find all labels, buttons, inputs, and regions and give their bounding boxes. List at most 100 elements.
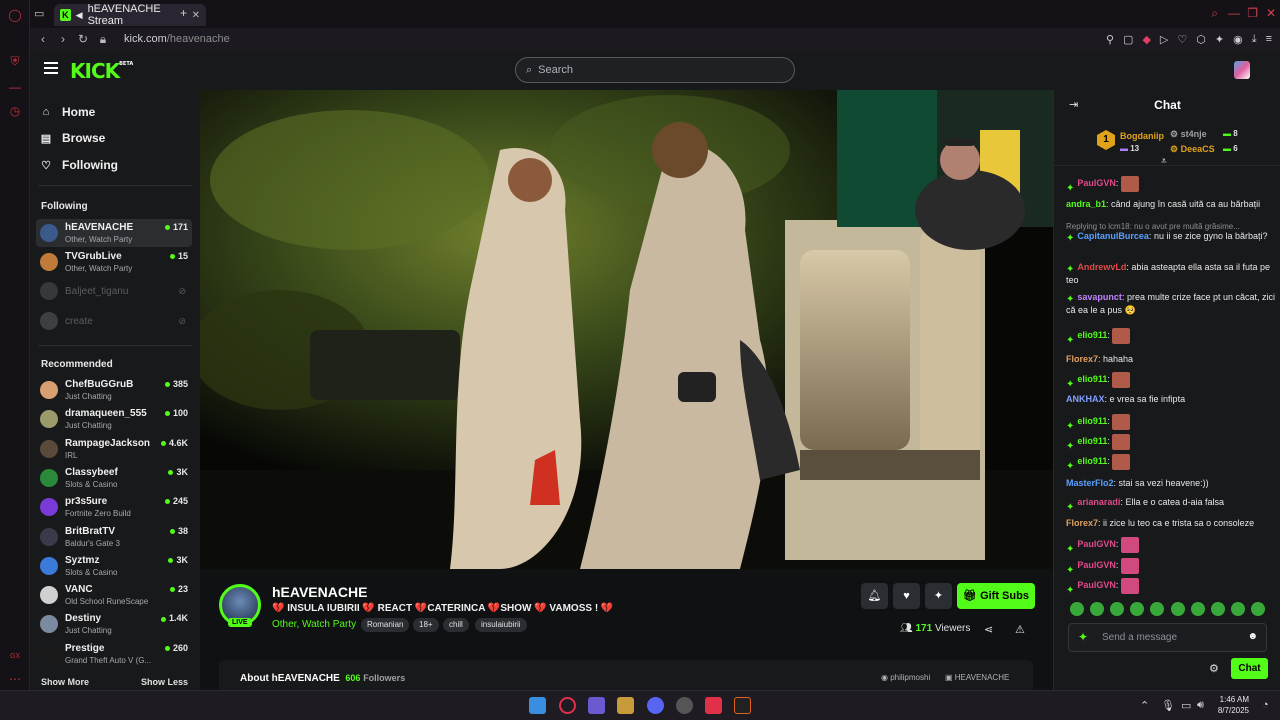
back-icon[interactable]: ‹ <box>36 32 50 46</box>
send-chat-button[interactable]: Chat <box>1231 658 1268 679</box>
emote-icon[interactable] <box>1130 602 1145 616</box>
gifter-3-name[interactable]: ⚙ DeeaCS <box>1170 144 1215 155</box>
emote-icon[interactable] <box>1210 602 1225 616</box>
tag-romanian[interactable]: Romanian <box>361 618 410 632</box>
search-tabs-icon[interactable]: ⌕ <box>1211 6 1218 21</box>
show-less-button[interactable]: Show Less <box>141 677 188 687</box>
sidebar-channel-chefbuggrub[interactable]: ChefBuGGruB Just Chatting 385 <box>36 376 192 404</box>
emote-icon[interactable] <box>1230 602 1245 616</box>
chat-username[interactable]: PaulGVN <box>1077 580 1116 590</box>
download-icon[interactable]: ⤓ <box>1252 33 1257 46</box>
opera-gx-icon[interactable] <box>559 697 576 714</box>
extensions-icon[interactable]: ✦ <box>1215 33 1224 46</box>
tag-chill[interactable]: chill <box>443 618 469 632</box>
discord-icon[interactable] <box>647 697 664 714</box>
emote-icon[interactable] <box>1170 602 1185 616</box>
mic-icon[interactable]: 🎙︎ <box>1161 699 1175 712</box>
notifications-icon[interactable]: ◔ <box>1262 699 1269 711</box>
share-icon[interactable]: ⋖ <box>984 623 993 636</box>
cube-icon[interactable]: ⬡ <box>1196 33 1206 46</box>
snapshot-icon[interactable]: ▢ <box>1123 33 1133 46</box>
chat-username[interactable]: savapunct <box>1077 292 1122 302</box>
windows-start-icon[interactable] <box>529 697 546 714</box>
minimize-button[interactable]: — <box>1228 6 1240 20</box>
chat-username[interactable]: CapitanulBurcea <box>1077 231 1149 241</box>
sidebar-channel-prestige[interactable]: Prestige Grand Theft Auto V (G... 260 <box>36 640 192 668</box>
opera-logo-icon[interactable]: ◯ <box>8 8 22 22</box>
sidebar-channel-vanc[interactable]: VANC Old School RuneScape 23 <box>36 581 192 609</box>
clock-icon[interactable]: ◷ <box>8 104 22 118</box>
follow-button[interactable]: ♥ <box>893 583 920 609</box>
chat-emote-icon[interactable] <box>1112 453 1131 470</box>
expand-gifters-icon[interactable]: ⩡ <box>1161 156 1167 167</box>
tag-18plus[interactable]: 18+ <box>413 618 439 632</box>
reload-icon[interactable]: ↻ <box>76 32 90 46</box>
nav-browse[interactable]: ▤ Browse <box>40 131 106 145</box>
gifter-2-name[interactable]: ⚙ st4nje <box>1170 129 1207 140</box>
close-window-button[interactable]: ✕ <box>1266 6 1276 20</box>
volume-icon[interactable]: 🔊︎ <box>1197 699 1204 712</box>
sidebar-channel-create[interactable]: create ⊘ <box>36 307 192 335</box>
sidebar-channel-heavenache[interactable]: hEAVENACHE Other, Watch Party 171 <box>36 219 192 247</box>
chat-username[interactable]: MasterFlo2 <box>1066 478 1114 488</box>
chat-username[interactable]: AndrewvLd <box>1077 262 1126 272</box>
teams-icon[interactable] <box>588 697 605 714</box>
forward-icon[interactable]: › <box>56 32 70 46</box>
emote-icon[interactable] <box>1190 602 1205 616</box>
emote-icon[interactable] <box>1250 602 1265 616</box>
chat-emote-icon[interactable] <box>1112 327 1131 344</box>
gifter-1-name[interactable]: Bogdaniip <box>1120 131 1164 141</box>
chat-username[interactable]: elio911 <box>1077 436 1107 446</box>
maximize-button[interactable]: ❐ <box>1247 6 1258 20</box>
notification-button[interactable]: 🔔︎ <box>861 583 888 609</box>
chat-username[interactable]: Florex7 <box>1066 518 1098 528</box>
app-icon[interactable] <box>617 697 634 714</box>
menu-icon[interactable]: ≡ <box>1266 33 1272 45</box>
obs-icon[interactable] <box>676 697 693 714</box>
tab-close-icon[interactable]: ✕ <box>192 10 200 21</box>
chat-emote-icon[interactable] <box>1120 175 1139 192</box>
streamer-name[interactable]: hEAVENACHE <box>272 584 367 600</box>
gift-subs-button[interactable]: 🎁︎ Gift Subs <box>957 583 1035 609</box>
chat-username[interactable]: PaulGVN <box>1077 539 1116 549</box>
emote-icon[interactable] <box>1090 602 1105 616</box>
kick-sparkle-icon[interactable]: ✦ <box>1078 630 1088 644</box>
chat-username[interactable]: elio911 <box>1077 416 1107 426</box>
pin-icon[interactable]: ⚲ <box>1106 33 1114 46</box>
chat-username[interactable]: elio911 <box>1077 456 1107 466</box>
chat-emote-icon[interactable] <box>1120 536 1139 553</box>
emote-icon[interactable] <box>1070 602 1084 616</box>
sidebar-channel-rampagejackson[interactable]: RampageJackson IRL 4.6K <box>36 435 192 463</box>
chat-emote-icon[interactable] <box>1120 557 1139 574</box>
shield-icon[interactable]: ◆ <box>1142 33 1150 46</box>
stream-category[interactable]: Other, Watch Party <box>272 619 356 630</box>
chat-username[interactable]: Florex7 <box>1066 354 1098 364</box>
chat-username[interactable]: elio911 <box>1077 330 1107 340</box>
gx-control-icon[interactable]: ⛨ <box>8 54 22 68</box>
sidebar-channel-britbrattv[interactable]: BritBratTV Baldur's Gate 3 38 <box>36 523 192 551</box>
terminal-icon[interactable] <box>734 697 751 714</box>
heart-icon[interactable]: ♡ <box>1177 33 1187 46</box>
report-icon[interactable]: ⚠ <box>1015 623 1025 636</box>
user-avatar[interactable] <box>1234 61 1250 79</box>
tag-insulaiubirii[interactable]: insulaiubirii <box>475 618 527 632</box>
system-clock[interactable]: 1:46 AM 8/7/2025 <box>1218 694 1249 716</box>
chat-username[interactable]: PaulGVN <box>1077 178 1116 188</box>
social-link-2[interactable]: ▣ HEAVENACHE <box>945 673 1009 682</box>
new-tab-button[interactable]: + <box>180 6 187 20</box>
sidebar-channel-dramaqueen-555[interactable]: dramaqueen_555 Just Chatting 100 <box>36 405 192 433</box>
sidebar-channel-classybeef[interactable]: Classybeef Slots & Casino 3K <box>36 464 192 492</box>
chat-emote-icon[interactable] <box>1112 413 1131 430</box>
sidebar-channel-syztmz[interactable]: Syztmz Slots & Casino 3K <box>36 552 192 580</box>
chat-username[interactable]: ANKHAX <box>1066 394 1105 404</box>
chat-username[interactable]: andra_b1 <box>1066 199 1106 209</box>
emote-icon[interactable] <box>1110 602 1125 616</box>
network-icon[interactable]: ▭ <box>1181 699 1191 712</box>
sidebar-channel-destiny[interactable]: Destiny Just Chatting 1.4K <box>36 610 192 638</box>
chat-input[interactable]: ✦ Send a message ☻ <box>1068 623 1267 652</box>
show-more-button[interactable]: Show More <box>41 677 89 687</box>
play-icon[interactable]: ▷ <box>1160 33 1168 46</box>
sidebar-channel-baljeet-tiganu[interactable]: Baljeet_tiganu ⊘ <box>36 277 192 305</box>
search-input[interactable]: ⌕ Search <box>515 57 795 83</box>
account-icon[interactable]: ◉ <box>1233 33 1243 46</box>
